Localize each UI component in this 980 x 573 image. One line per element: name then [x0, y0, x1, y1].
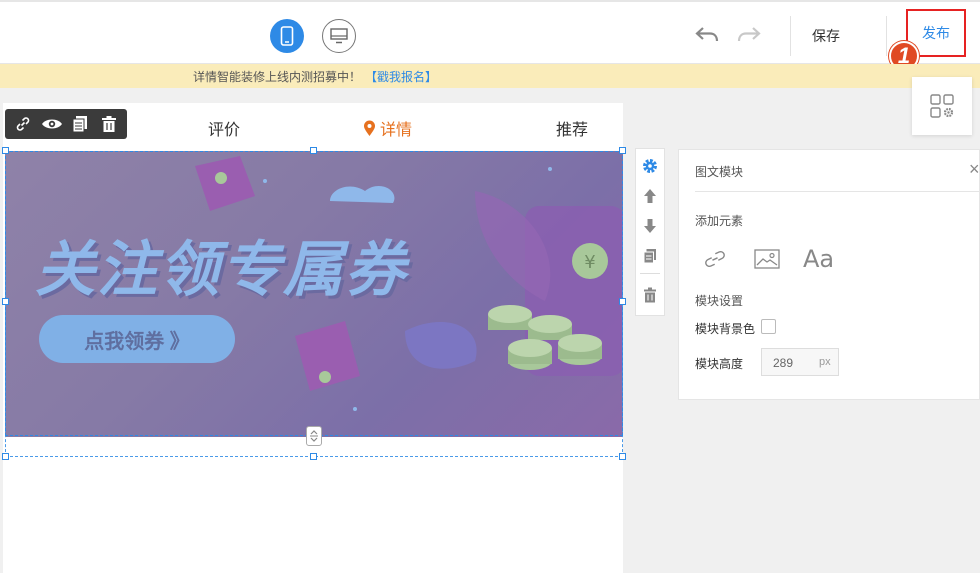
add-link-button[interactable] [703, 246, 727, 272]
location-pin-icon [364, 120, 375, 136]
apps-settings-icon [930, 94, 954, 118]
height-unit: px [819, 356, 831, 368]
resize-handle-r[interactable] [619, 298, 626, 305]
phone-icon [280, 26, 294, 46]
arrow-up-icon [644, 189, 656, 203]
banner-coupon-button: 点我领券 》 [39, 315, 235, 363]
close-icon[interactable]: × [969, 160, 980, 178]
height-drag-handle[interactable] [306, 426, 322, 446]
add-elements-label: 添加元素 [695, 214, 744, 228]
trash-icon [101, 116, 116, 132]
banner-title: 关注领专属券 [35, 235, 407, 305]
undo-button[interactable] [694, 24, 720, 46]
resize-handle-b[interactable] [310, 453, 317, 460]
tab-details[interactable]: 详情 [363, 116, 412, 140]
tab-reviews[interactable]: 评价 [208, 116, 240, 140]
panel-title: 图文模块 [695, 165, 744, 179]
gear-icon [643, 159, 657, 173]
toolbar-divider [790, 16, 791, 56]
link-button[interactable] [12, 113, 34, 135]
copy-button[interactable] [69, 113, 91, 135]
delete-module-button[interactable] [639, 282, 661, 308]
height-input[interactable]: 289 px [761, 348, 839, 376]
eye-icon [41, 119, 62, 129]
bg-color-label: 模块背景色 [695, 322, 756, 336]
arrow-down-icon [644, 219, 656, 233]
top-toolbar: 保存 发布 1 [0, 0, 980, 71]
resize-handle-bl[interactable] [2, 453, 9, 460]
signup-link[interactable]: 【戳我报名】 [365, 68, 437, 85]
svg-text:¥: ¥ [584, 252, 595, 273]
add-image-button[interactable] [753, 246, 781, 272]
coupon-banner[interactable]: ¥ 关注领专属券 点我领券 》 [5, 151, 623, 437]
trash-icon [644, 287, 656, 303]
preview-button[interactable] [41, 113, 63, 135]
tab-recommend[interactable]: 推荐 [556, 116, 588, 140]
link-icon [16, 117, 30, 131]
delete-button[interactable] [98, 113, 120, 135]
tab-details-label: 详情 [380, 122, 413, 139]
module-side-toolbar [635, 148, 665, 316]
undo-icon [695, 27, 719, 42]
link-icon [705, 250, 725, 268]
save-button[interactable]: 保存 [812, 26, 840, 46]
image-icon [754, 249, 780, 269]
move-down-button[interactable] [639, 213, 661, 239]
notice-bar: 详情智能装修上线内测招募中！ 【戳我报名】 [0, 64, 980, 88]
toolbar-divider [886, 16, 887, 56]
duplicate-button[interactable] [639, 243, 661, 269]
add-text-button[interactable]: Aa [803, 245, 834, 273]
copy-icon [643, 249, 656, 264]
module-toolbar [5, 109, 127, 139]
settings-button[interactable] [639, 153, 661, 179]
panel-divider [695, 191, 980, 192]
resize-handle-br[interactable] [619, 453, 626, 460]
properties-panel: 图文模块 × 添加元素 Aa 模块设置 模块背景色 模块高度 289 px [678, 149, 980, 400]
height-label: 模块高度 [695, 357, 744, 371]
redo-button[interactable] [736, 24, 762, 46]
desktop-view-button[interactable] [322, 19, 356, 53]
page-canvas: 评价 详情 推荐 ¥ 关注领专属券 点我领券 》 [2, 103, 626, 573]
resize-handle-tr[interactable] [619, 147, 626, 154]
resize-handle-tl[interactable] [2, 147, 9, 154]
mobile-view-button[interactable] [270, 19, 304, 53]
module-library-button[interactable] [912, 77, 972, 135]
copy-icon [72, 116, 88, 133]
drag-arrows-icon [310, 430, 318, 442]
notice-text: 详情智能装修上线内测招募中！ [193, 69, 362, 84]
height-value: 289 [773, 356, 794, 370]
resize-handle-l[interactable] [2, 298, 9, 305]
bg-color-checkbox[interactable] [761, 319, 776, 334]
redo-icon [737, 27, 761, 42]
monitor-icon [330, 28, 348, 44]
module-settings-label: 模块设置 [695, 294, 744, 308]
resize-handle-t[interactable] [310, 147, 317, 154]
move-up-button[interactable] [639, 183, 661, 209]
side-toolbar-divider [640, 273, 660, 274]
